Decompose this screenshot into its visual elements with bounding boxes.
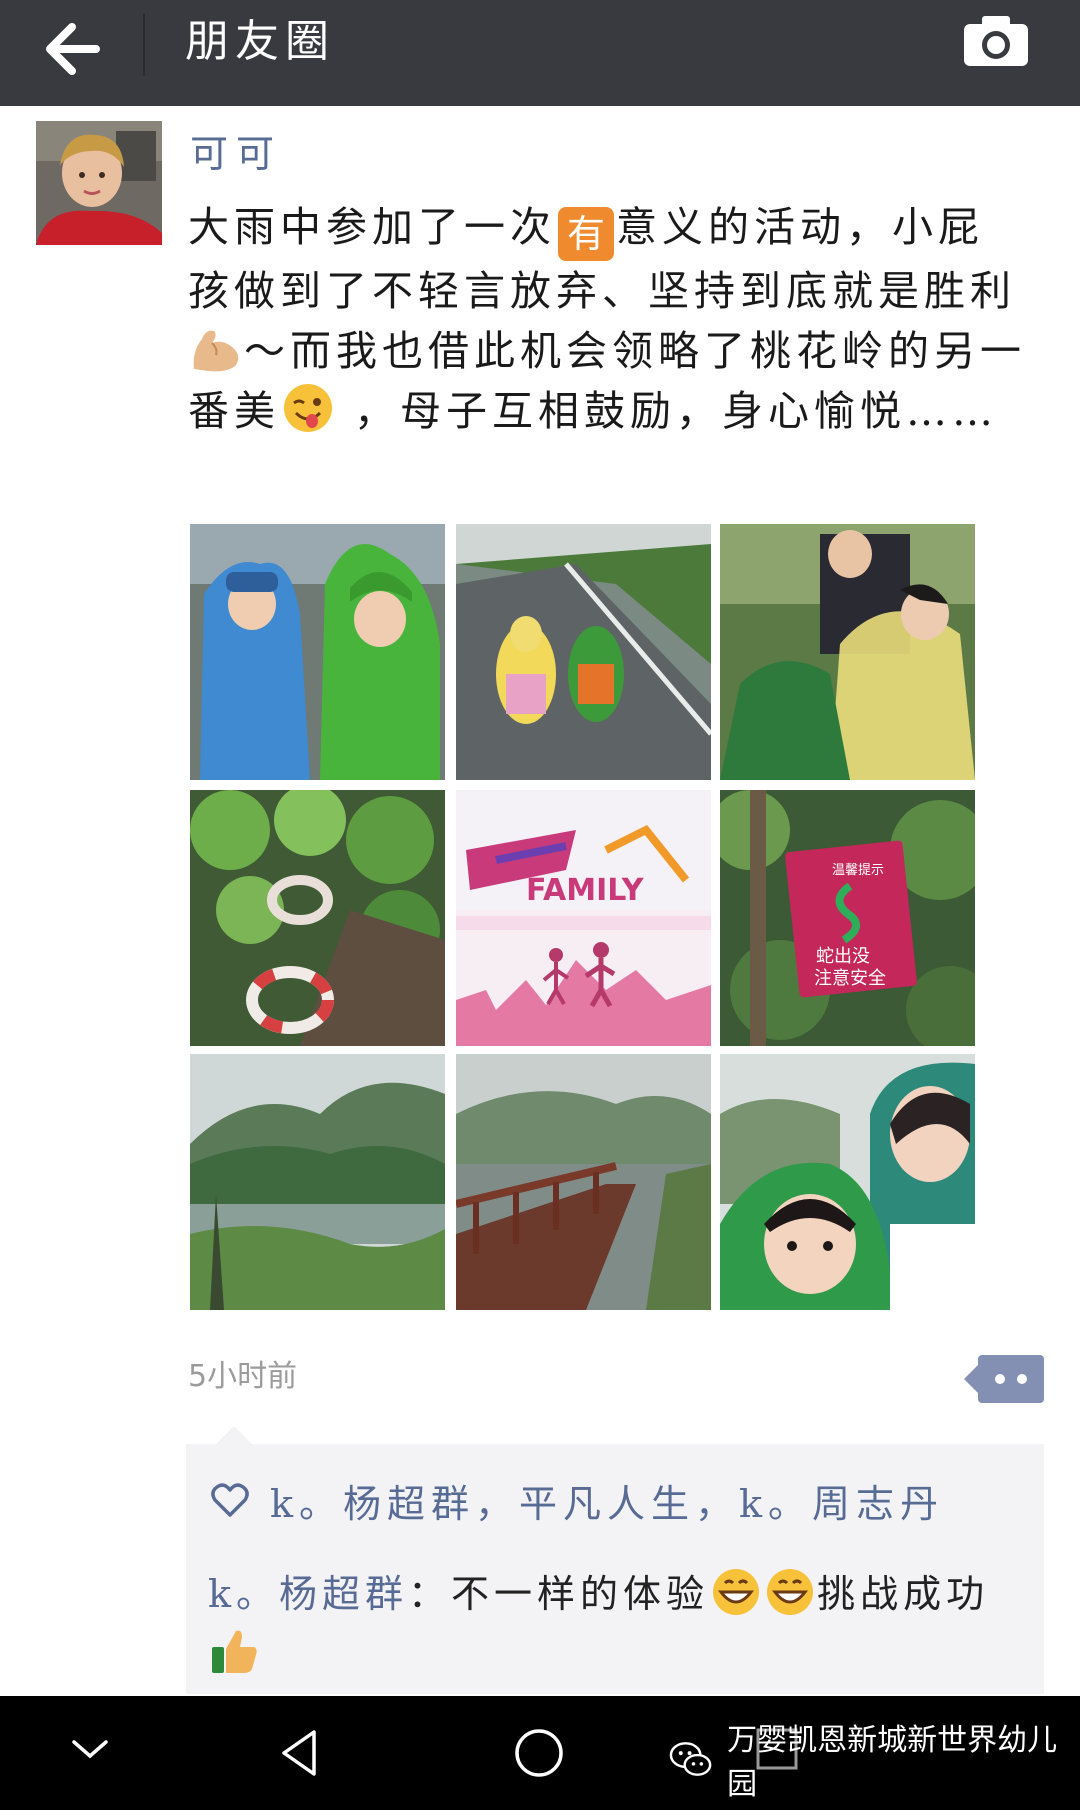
comment-text-part1: 不一样的体验 — [451, 1572, 710, 1616]
home-circle-icon[interactable] — [512, 1726, 566, 1780]
avatar[interactable] — [36, 121, 162, 245]
thumbs-up-icon — [212, 1630, 257, 1673]
comment-dot-icon — [995, 1374, 1005, 1384]
photo-selfie-mother-child[interactable] — [720, 1054, 975, 1310]
heart-icon — [211, 1483, 249, 1517]
comment-dot-icon — [1017, 1374, 1027, 1384]
social-box-pointer — [216, 1426, 252, 1444]
photo-family-run-poster[interactable]: FAMILY — [456, 790, 711, 1046]
grinning-face-icon — [767, 1569, 814, 1615]
flexed-biceps-icon — [193, 330, 239, 372]
post-author-name[interactable]: 可可 — [190, 130, 282, 178]
top-bar: 朋友圈 — [0, 0, 1080, 106]
topbar-divider — [143, 14, 145, 76]
chevron-down-icon[interactable] — [68, 1734, 112, 1764]
back-button[interactable] — [38, 14, 108, 84]
wechat-watermark: 万婴凯恩新城新世界幼儿园 — [668, 1723, 1080, 1802]
comment-author[interactable]: k。杨超群 — [208, 1572, 408, 1616]
comment-separator: ： — [408, 1572, 452, 1616]
sign-line-3: 注意安全 — [814, 968, 886, 989]
grinning-face-icon — [713, 1569, 760, 1615]
post-timestamp: 5小时前 — [188, 1359, 298, 1394]
sign-line-2: 蛇出没 — [816, 946, 870, 967]
photo-ivy-and-lifebuoys[interactable] — [190, 790, 445, 1046]
post-text-part4: ，母子互相鼓励，身心愉悦…… — [336, 387, 999, 435]
you-emoji-icon: 有 — [558, 207, 614, 261]
photo-kids-in-raincoats[interactable] — [190, 524, 445, 780]
poster-family-text: FAMILY — [526, 873, 645, 908]
wechat-logo-icon — [669, 1742, 712, 1776]
camera-button[interactable] — [960, 10, 1032, 70]
photo-snake-warning-sign[interactable]: 温馨提示 蛇出没 注意安全 — [720, 790, 975, 1046]
likes-list[interactable]: k。杨超群，平凡人生，k。周志丹 — [270, 1473, 944, 1528]
comment-text-part2: 挑战成功 — [817, 1572, 990, 1616]
camera-icon — [964, 16, 1028, 66]
sign-line-1: 温馨提示 — [832, 862, 884, 878]
photo-kids-on-wet-path[interactable] — [456, 524, 711, 780]
likes-row: k。杨超群，平凡人生，k。周志丹 — [210, 1472, 944, 1528]
page-title: 朋友圈 — [185, 16, 335, 67]
post-text-part1: 大雨中参加了一次 — [188, 203, 556, 251]
post-text: 大雨中参加了一次有意义的活动，小屁孩做到了不轻言放弃、坚持到底就是胜利～而我也借… — [188, 197, 1028, 441]
photo-misty-lake-hills[interactable] — [190, 1054, 445, 1310]
photo-lakeside-boardwalk[interactable] — [456, 1054, 711, 1310]
arrow-left-icon — [46, 23, 100, 75]
comment-button[interactable] — [964, 1355, 1044, 1403]
photo-mother-helping-child[interactable] — [720, 524, 975, 780]
back-triangle-icon[interactable] — [274, 1726, 324, 1780]
comment-item[interactable]: k。杨超群：不一样的体验 挑战成功 — [208, 1564, 1038, 1684]
winking-tongue-face-icon — [284, 384, 332, 432]
watermark-text: 万婴凯恩新城新世界幼儿园 — [727, 1723, 1058, 1802]
